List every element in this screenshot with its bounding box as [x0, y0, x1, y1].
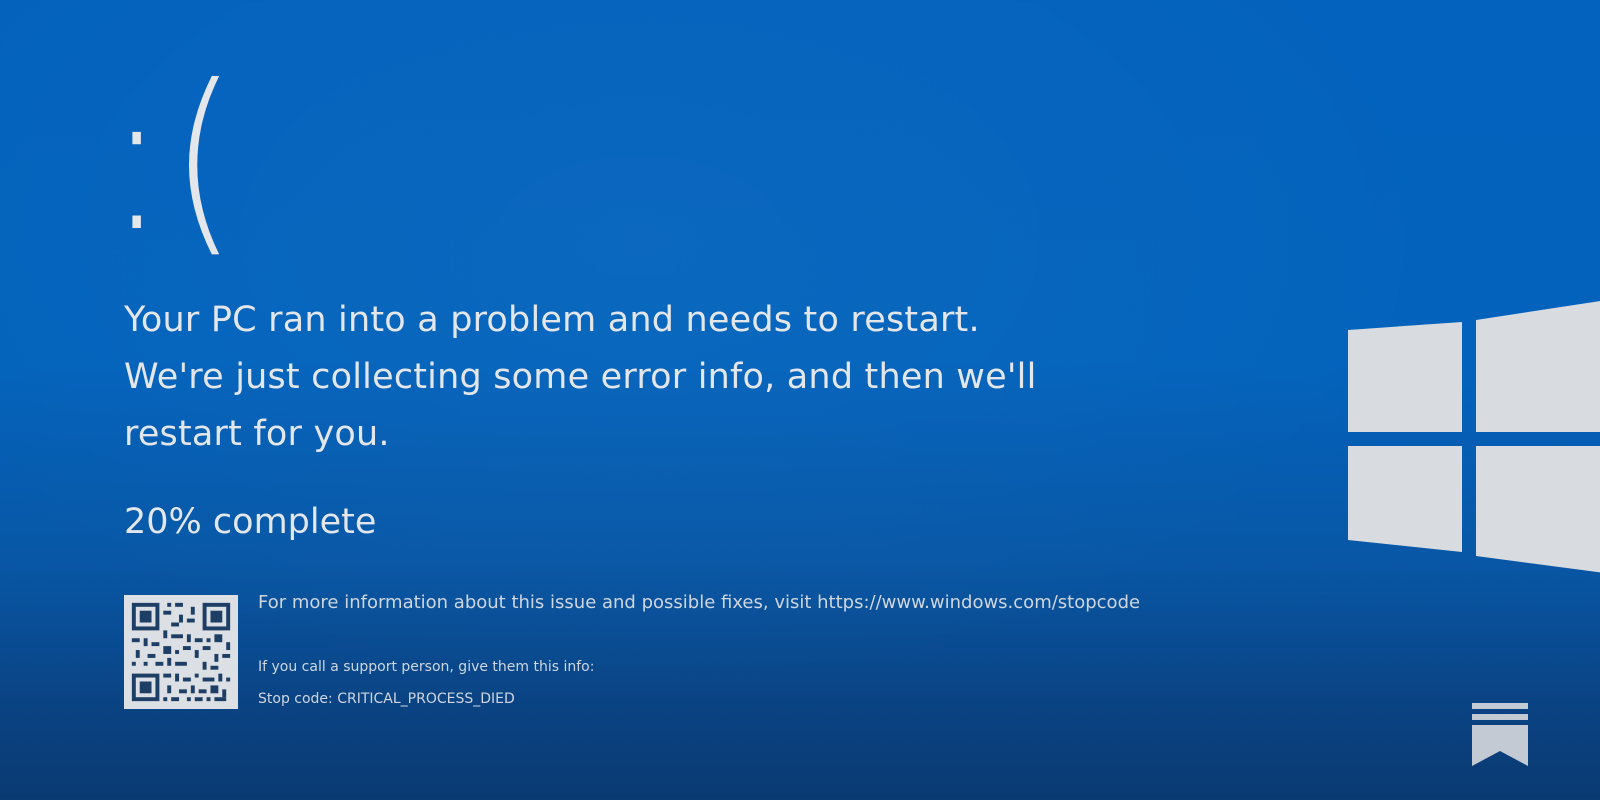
windows-logo-icon	[1340, 290, 1600, 590]
qr-code-icon	[124, 595, 238, 709]
sad-face-emoticon: :(	[108, 43, 242, 276]
bookmark-icon	[1471, 702, 1529, 768]
progress-text: 20% complete	[124, 502, 377, 542]
more-info-text: For more information about this issue an…	[258, 592, 1141, 613]
stop-code: Stop code: CRITICAL_PROCESS_DIED	[258, 691, 515, 707]
support-prompt: If you call a support person, give them …	[258, 659, 595, 675]
error-message: Your PC ran into a problem and needs to …	[124, 300, 1037, 454]
